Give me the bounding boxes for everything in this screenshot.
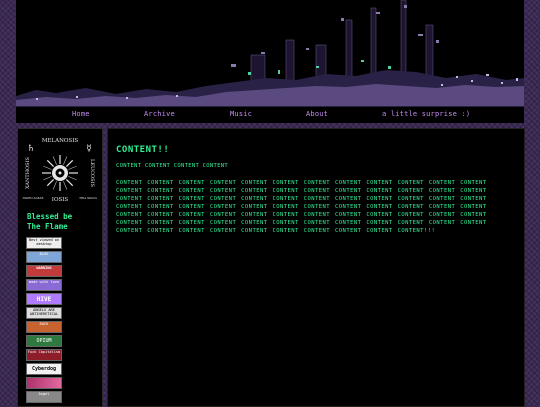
emblem-small-right: TRIA SIGNA: [79, 196, 98, 200]
mercury-icon: ☿: [86, 144, 92, 154]
subheading: CONTENT CONTENT CONTENT CONTENT: [116, 163, 228, 169]
emblem-label-right: LEUCOSIS: [89, 159, 95, 188]
emblem-label-bottom: IOSIS: [52, 197, 69, 203]
saturn-icon: ♄: [27, 144, 35, 154]
badge-warning[interactable]: WARNING: [26, 265, 62, 277]
badge-blog[interactable]: BLOG: [26, 251, 62, 263]
sun-icon: [42, 155, 78, 191]
nav-about-link[interactable]: About: [306, 110, 328, 118]
badge-angels-antiheretical[interactable]: ANGELS ARE ANTIHERETICAL: [26, 307, 62, 319]
emblem-label-top: MELANOSIS: [42, 138, 79, 144]
badge-best-viewed-desktop[interactable]: Best viewed on desktop: [26, 237, 62, 249]
nav-archive-link[interactable]: Archive: [144, 110, 175, 118]
badge-pink[interactable]: [26, 377, 62, 389]
castle-skyline-image: [16, 0, 524, 106]
sidebar: MELANOSIS XANTHOSIS LEUCOSIS IOSIS NIGRO…: [17, 128, 103, 407]
badge-cyberdog[interactable]: Cyberdog: [26, 363, 62, 375]
badge-fuck-capitalism[interactable]: Fuck Capitalism: [26, 349, 62, 361]
page-title: CONTENT!!: [116, 145, 170, 155]
badge-hive[interactable]: HIVE: [26, 293, 62, 305]
emblem-small-left: NIGRO ALBAE: [22, 196, 43, 200]
nav-surprise-link[interactable]: a little surprise :): [382, 110, 470, 118]
blessed-be-the-flame-text: Blessed be The Flame: [27, 212, 73, 231]
nav-home-link[interactable]: Home: [72, 110, 90, 118]
nav-music-link[interactable]: Music: [230, 110, 252, 118]
alchemy-emblem: MELANOSIS XANTHOSIS LEUCOSIS IOSIS NIGRO…: [22, 138, 98, 203]
main-content: CONTENT!! CONTENT CONTENT CONTENT CONTEN…: [107, 128, 525, 407]
nav-bar: Home Archive Music About a little surpri…: [16, 106, 524, 123]
badge-made-with-love[interactable]: made with love: [26, 279, 62, 291]
badge-rock[interactable]: ROCK: [26, 321, 62, 333]
badge-opium[interactable]: OPIUM: [26, 335, 62, 347]
badge-angel[interactable]: Angel: [26, 391, 62, 403]
header-banner: [16, 0, 524, 106]
body-text: CONTENT CONTENT CONTENT CONTENT CONTENT …: [116, 180, 487, 234]
emblem-label-left: XANTHOSIS: [25, 156, 31, 189]
